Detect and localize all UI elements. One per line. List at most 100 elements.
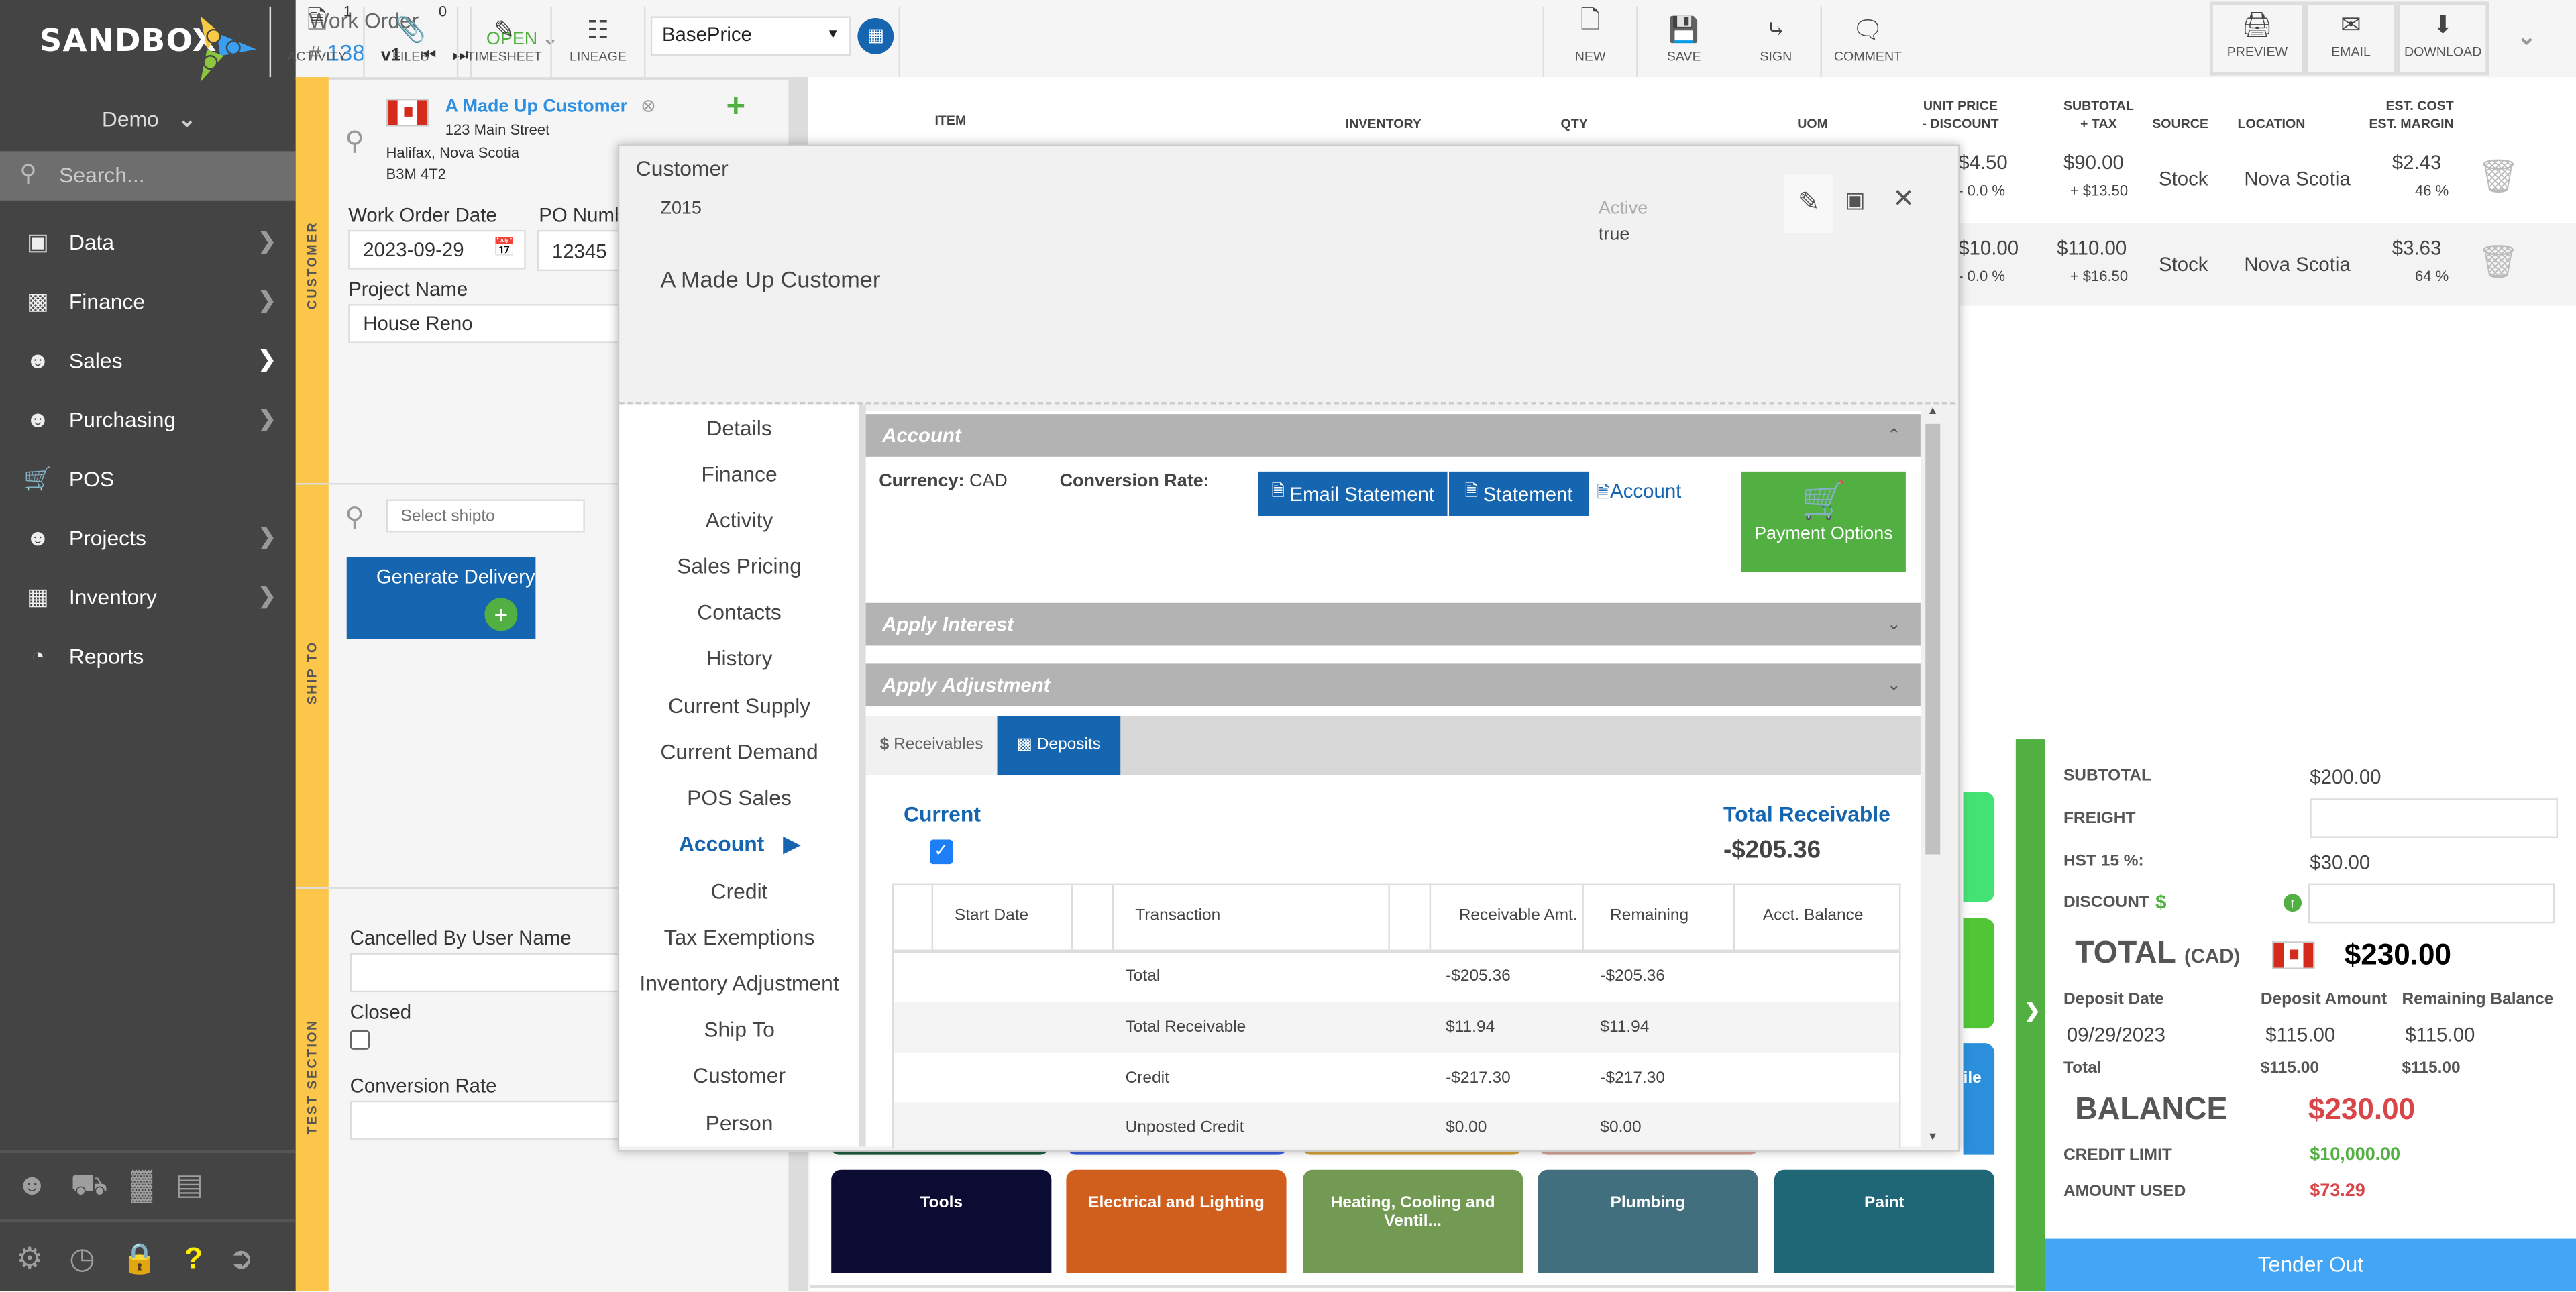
scrollbar-thumb[interactable] [1925, 423, 1941, 855]
modal-nav-person[interactable]: Person [619, 1111, 859, 1136]
work-order-date-field[interactable]: 📅 [348, 229, 526, 270]
truck-icon[interactable]: ⛟ [70, 1168, 107, 1207]
nav-search[interactable]: ⚲ Search... [0, 151, 296, 201]
modal-nav-tax-exemptions[interactable]: Tax Exemptions [619, 925, 859, 950]
category-tile-paint[interactable]: Paint [1774, 1169, 1995, 1273]
email-statement-button[interactable]: 🗎 Email Statement [1258, 471, 1448, 516]
header-transaction[interactable]: Transaction [1135, 907, 1220, 925]
category-tile-tools[interactable]: Tools [831, 1169, 1052, 1273]
account-section-header[interactable]: Account ⌃ [865, 414, 1921, 457]
freight-input[interactable] [2310, 798, 2559, 838]
nav-item-purchasing[interactable]: ☻ Purchasing ❯ [0, 389, 296, 448]
scroll-down-icon[interactable]: ▼ [1927, 1132, 1939, 1143]
header-acct-balance[interactable]: Acct. Balance [1763, 907, 1864, 925]
header-remaining[interactable]: Remaining [1610, 907, 1688, 925]
category-tile-partial[interactable] [1963, 918, 1995, 1029]
tab-receivables[interactable]: $ Receivables [865, 716, 998, 775]
shipto-search-input[interactable] [386, 499, 585, 533]
modal-nav-ship-to[interactable]: Ship To [619, 1017, 859, 1042]
summary-collapse-bar[interactable]: ❯ [2015, 739, 2046, 1291]
category-tile-hvac[interactable]: Heating, Cooling and Ventil... [1303, 1169, 1523, 1273]
preview-button[interactable]: 🖨 PREVIEW [2209, 1, 2305, 76]
save-button[interactable]: 💾 SAVE [1638, 0, 1730, 77]
clear-customer-icon[interactable]: ⊗ [641, 95, 656, 116]
customer-search-icon[interactable]: ⚲ [345, 125, 364, 158]
arrow-up-circle-icon[interactable]: ↑ [2284, 894, 2302, 912]
category-tile-partial[interactable] [1963, 792, 1995, 902]
factory-icon[interactable]: ▓ [131, 1168, 152, 1207]
modal-nav-account[interactable]: Account ▶ [619, 831, 859, 857]
modal-nav-finance[interactable]: Finance [619, 462, 859, 486]
lineage-button[interactable]: ☷ LINEAGE [552, 0, 644, 77]
modal-nav-contacts[interactable]: Contacts [619, 600, 859, 625]
nav-item-pos[interactable]: 🛒 POS [0, 449, 296, 508]
header-receivable-amt[interactable]: Receivable Amt. [1459, 907, 1578, 925]
modal-nav-activity[interactable]: Activity [619, 508, 859, 533]
users-icon[interactable]: ☻ [16, 1168, 47, 1207]
category-tile-plumbing[interactable]: Plumbing [1538, 1169, 1758, 1273]
modal-nav-credit[interactable]: Credit [619, 879, 859, 904]
customer-name-link[interactable]: A Made Up Customer [445, 97, 627, 116]
trash-icon[interactable]: 🗑 [2477, 241, 2519, 282]
clock-icon[interactable]: ◷ [69, 1242, 95, 1276]
modal-nav-pos-sales[interactable]: POS Sales [619, 786, 859, 810]
timesheet-button[interactable]: ✎ TIMESHEET [458, 0, 550, 77]
sign-button[interactable]: ⤷ SIGN [1730, 0, 1822, 77]
gear-icon[interactable]: ⚙ [16, 1242, 43, 1276]
price-list-select[interactable]: BasePrice ▼ [650, 16, 851, 56]
shipto-search-icon[interactable]: ⚲ [345, 501, 364, 534]
add-customer-icon[interactable]: + [726, 89, 745, 126]
current-checkbox[interactable]: ✓ [930, 839, 953, 865]
payment-options-button[interactable]: 🛒 Payment Options [1741, 471, 1906, 572]
archive-icon[interactable]: ▤ [175, 1168, 203, 1207]
conversion-rate-input[interactable] [350, 1100, 629, 1140]
modal-scrollbar[interactable]: ▲ ▼ [1922, 404, 1944, 1147]
apply-adjustment-header[interactable]: Apply Adjustment ⌄ [865, 663, 1921, 707]
dollar-toggle-icon[interactable]: $ [2155, 890, 2166, 913]
edit-pencil-button[interactable]: ✎ [1784, 174, 1834, 233]
close-icon[interactable]: ✕ [1892, 182, 1915, 215]
tender-out-button[interactable]: Tender Out [2045, 1238, 2576, 1291]
download-button[interactable]: ⬇ DOWNLOAD [2397, 1, 2489, 76]
modal-nav-sales-pricing[interactable]: Sales Pricing [619, 553, 859, 578]
calendar-icon[interactable]: 📅 [493, 237, 516, 258]
modal-nav-history[interactable]: History [619, 645, 859, 670]
nav-item-data[interactable]: ▣ Data ❯ [0, 212, 296, 271]
maximize-icon[interactable]: ▣ [1845, 187, 1865, 213]
lock-icon[interactable]: 🔒 [121, 1242, 158, 1276]
modal-nav-current-supply[interactable]: Current Supply [619, 693, 859, 718]
email-button[interactable]: ✉ EMAIL [2304, 1, 2398, 76]
files-button[interactable]: 0 📎 FILES [365, 0, 457, 77]
category-tile-partial[interactable]: ile [1963, 1043, 1995, 1155]
cancelled-by-input[interactable] [350, 953, 629, 993]
nav-item-reports[interactable]: ◔ Reports [0, 626, 296, 685]
nav-item-finance[interactable]: ▩ Finance ❯ [0, 271, 296, 330]
help-icon[interactable]: ? [184, 1242, 203, 1276]
new-button[interactable]: 🗋 NEW [1544, 0, 1636, 77]
modal-nav-current-demand[interactable]: Current Demand [619, 739, 859, 764]
scroll-up-icon[interactable]: ▲ [1927, 406, 1939, 417]
trash-icon[interactable]: 🗑 [2477, 156, 2519, 197]
calculator-button[interactable]: ▦ [857, 17, 894, 54]
category-tile-electrical[interactable]: Electrical and Lighting [1066, 1169, 1287, 1273]
tab-deposits[interactable]: ▩ Deposits [997, 716, 1121, 775]
logout-icon[interactable]: ➲ [229, 1242, 254, 1276]
modal-nav-customer[interactable]: Customer [619, 1063, 859, 1088]
activity-button[interactable]: 1 🗎 ACTIVITY [273, 0, 362, 77]
tenant-selector[interactable]: Demo ⌄ [102, 107, 196, 133]
project-name-input[interactable] [348, 304, 628, 343]
generate-delivery-button[interactable]: Generate Delivery + [346, 557, 536, 639]
nav-item-inventory[interactable]: ▦ Inventory ❯ [0, 567, 296, 626]
discount-input[interactable] [2308, 883, 2555, 924]
apply-interest-header[interactable]: Apply Interest ⌄ [865, 602, 1921, 646]
statement-button[interactable]: 🗎 Statement [1449, 471, 1589, 516]
header-start-date[interactable]: Start Date [955, 907, 1028, 925]
nav-item-projects[interactable]: ☻ Projects ❯ [0, 508, 296, 567]
account-excel-link[interactable]: 🗎Account [1597, 480, 1681, 509]
modal-nav-inventory-adjustment[interactable]: Inventory Adjustment [619, 971, 859, 995]
comment-button[interactable]: 🗨 COMMENT [1822, 0, 1914, 77]
nav-item-sales[interactable]: ☻ Sales ❯ [0, 330, 296, 389]
closed-checkbox[interactable] [350, 1030, 370, 1050]
modal-nav-details[interactable]: Details [619, 416, 859, 441]
more-actions-chevron-icon[interactable]: ⌄ [2517, 23, 2536, 51]
